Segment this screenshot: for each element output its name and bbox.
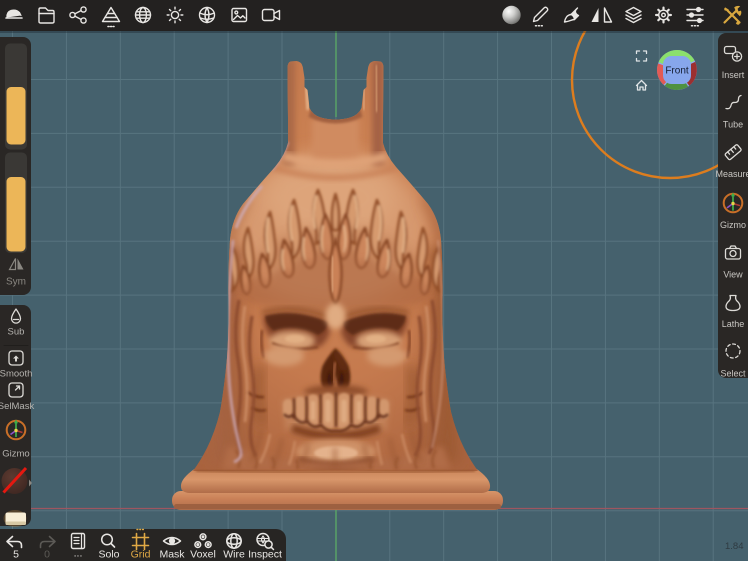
svg-text:Inspect: Inspect (248, 549, 282, 561)
svg-text:Solo: Solo (98, 549, 119, 561)
svg-text:Measure: Measure (715, 169, 748, 179)
svg-text:Wire: Wire (223, 549, 245, 561)
svg-text:Sym: Sym (6, 277, 26, 288)
svg-text:Front: Front (665, 66, 689, 77)
svg-text:...: ... (74, 548, 83, 560)
svg-text:Lathe: Lathe (722, 319, 745, 329)
svg-text:Tube: Tube (723, 120, 743, 130)
svg-text:Grid: Grid (131, 549, 151, 561)
svg-text:Voxel: Voxel (190, 549, 216, 561)
svg-text:5: 5 (13, 549, 19, 561)
svg-text:Insert: Insert (722, 70, 745, 80)
svg-text:Sub: Sub (8, 327, 25, 338)
svg-text:Gizmo: Gizmo (720, 220, 746, 230)
svg-text:Smooth: Smooth (0, 369, 32, 380)
svg-text:Select: Select (720, 369, 746, 379)
svg-text:0: 0 (44, 549, 50, 561)
svg-text:View: View (723, 270, 743, 280)
svg-text:Gizmo: Gizmo (2, 449, 29, 460)
svg-text:SelMask: SelMask (0, 401, 34, 412)
svg-text:Mask: Mask (159, 549, 185, 561)
